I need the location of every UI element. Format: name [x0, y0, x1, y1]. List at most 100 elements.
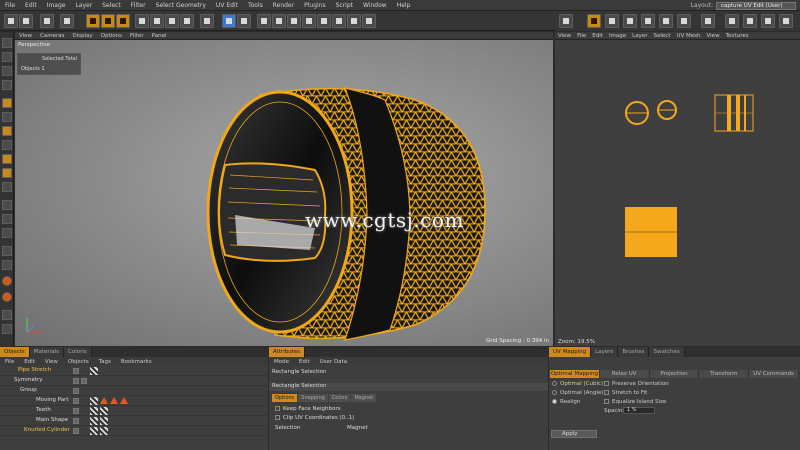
perspective-viewport[interactable]: Perspective Selected Total Objects 1 www…: [15, 40, 553, 346]
warning-tag-icon[interactable]: [110, 397, 118, 404]
object-row-moving-part[interactable]: Moving Part: [0, 396, 268, 406]
uv-menu-select[interactable]: Select: [651, 33, 674, 39]
subtab-transform[interactable]: Transform: [699, 370, 750, 378]
axis-lock-icon[interactable]: [2, 214, 12, 224]
uv-rotate-icon[interactable]: [623, 14, 637, 28]
radio-realign[interactable]: Realign: [552, 399, 580, 405]
menu-help[interactable]: Help: [392, 2, 416, 9]
visibility-toggle-icon[interactable]: [73, 368, 79, 374]
soft-selection-icon[interactable]: [2, 292, 12, 302]
checkbox-icon[interactable]: [604, 399, 609, 404]
edges-mode-icon[interactable]: [2, 112, 12, 122]
checkbox-icon[interactable]: [604, 390, 609, 395]
texture-tag-icon[interactable]: [100, 407, 108, 415]
floor-icon[interactable]: [332, 14, 346, 28]
menu-file[interactable]: File: [0, 2, 20, 9]
tab-brushes[interactable]: Brushes: [618, 347, 650, 357]
objects-menu-edit[interactable]: Edit: [19, 359, 40, 365]
deformer-icon[interactable]: [317, 14, 331, 28]
object-row-teeth[interactable]: Teeth: [0, 406, 268, 416]
visibility-toggle-icon[interactable]: [73, 408, 79, 414]
viewport-menu-display[interactable]: Display: [69, 33, 97, 39]
clip-uv-option[interactable]: Clip UV Coordinates (0..1): [275, 415, 354, 421]
visibility-toggle-icon[interactable]: [73, 398, 79, 404]
attributes-menu-edit[interactable]: Edit: [294, 359, 315, 365]
move-icon[interactable]: [86, 14, 100, 28]
model-mode-icon[interactable]: [2, 38, 12, 48]
uv-editor-canvas[interactable]: Zoom: 19.5%: [555, 40, 800, 346]
checkbox-icon[interactable]: [275, 415, 280, 420]
live-selection-icon[interactable]: [40, 14, 54, 28]
checker-mode-icon[interactable]: [2, 80, 12, 90]
redo-icon[interactable]: [19, 14, 33, 28]
uv-image-icon[interactable]: [779, 14, 793, 28]
texture-tag-icon[interactable]: [90, 367, 98, 375]
objects-menu-view[interactable]: View: [40, 359, 63, 365]
radio-icon[interactable]: [552, 390, 557, 395]
radio-icon[interactable]: [552, 399, 557, 404]
paint-icon[interactable]: [2, 168, 12, 178]
uv-menu-layer[interactable]: Layer: [629, 33, 650, 39]
menu-render[interactable]: Render: [268, 2, 299, 9]
texture-tag-icon[interactable]: [100, 427, 108, 435]
object-row-symmetry[interactable]: Symmetry: [0, 376, 268, 386]
objects-menu-bookmarks[interactable]: Bookmarks: [116, 359, 157, 365]
rotate-icon[interactable]: [116, 14, 130, 28]
menu-tools[interactable]: Tools: [243, 2, 268, 9]
magnet-icon[interactable]: [2, 260, 12, 270]
uv-scale-icon[interactable]: [605, 14, 619, 28]
lock-icon[interactable]: [2, 324, 12, 334]
texture-tag-icon[interactable]: [90, 407, 98, 415]
texture-mode-icon[interactable]: [2, 52, 12, 62]
x-axis-icon[interactable]: [135, 14, 149, 28]
tab-coloris[interactable]: Coloris: [64, 347, 92, 357]
check-preserve-orientation[interactable]: Preserve Orientation: [604, 381, 669, 387]
texture-tag-icon[interactable]: [90, 427, 98, 435]
menu-layer[interactable]: Layer: [70, 2, 97, 9]
objects-menu-file[interactable]: File: [0, 359, 19, 365]
uv-points-mode-icon[interactable]: [237, 14, 251, 28]
menu-filter[interactable]: Filter: [126, 2, 151, 9]
checkbox-icon[interactable]: [275, 406, 280, 411]
viewport-menu-cameras[interactable]: Cameras: [36, 33, 68, 39]
uv-checker-icon[interactable]: [701, 14, 715, 28]
menu-script[interactable]: Script: [331, 2, 358, 9]
texture-tag-icon[interactable]: [100, 417, 108, 425]
object-row-pipe-stretch[interactable]: Pipe Stretch: [0, 366, 268, 376]
keep-face-neighbors-option[interactable]: Keep Face Neighbors: [275, 406, 341, 412]
uv-menu-view-2[interactable]: View: [704, 33, 723, 39]
visibility-toggle-icon[interactable]: [73, 378, 79, 384]
visibility-toggle-icon[interactable]: [73, 418, 79, 424]
viewport-menu-options[interactable]: Options: [97, 33, 126, 39]
brush-icon[interactable]: [2, 182, 12, 192]
visibility-toggle-icon[interactable]: [73, 388, 79, 394]
uv-menu-image[interactable]: Image: [606, 33, 629, 39]
nurbs-icon[interactable]: [287, 14, 301, 28]
coordinate-system-icon[interactable]: [180, 14, 194, 28]
uv-menu-textures[interactable]: Textures: [723, 33, 752, 39]
viewport-menu-filter[interactable]: Filter: [126, 33, 148, 39]
subtab-projection[interactable]: Projection: [649, 370, 700, 378]
sculpt-icon[interactable]: [2, 228, 12, 238]
check-stretch-to-fit[interactable]: Stretch to Fit: [604, 390, 647, 396]
warning-tag-icon[interactable]: [100, 397, 108, 404]
uv-menu-file[interactable]: File: [574, 33, 589, 39]
attributes-menu-user-data[interactable]: User Data: [315, 359, 352, 365]
radio-optimal-cubic[interactable]: Optimal (Cubic): [552, 381, 603, 387]
check-equalize-island-size[interactable]: Equalize Island Size: [604, 399, 666, 405]
spacing-input[interactable]: 1 %: [623, 407, 655, 414]
scale-icon[interactable]: [101, 14, 115, 28]
uv-menu-edit[interactable]: Edit: [589, 33, 606, 39]
tab-materials[interactable]: Materials: [29, 347, 64, 357]
objects-menu-tags[interactable]: Tags: [94, 359, 116, 365]
tab-layers[interactable]: Layers: [591, 347, 619, 357]
uv-move-icon[interactable]: [587, 14, 601, 28]
menu-select[interactable]: Select: [97, 2, 126, 9]
tab-uv-mapping[interactable]: UV Mapping: [549, 347, 592, 357]
subtab-uv-commands[interactable]: UV Commands: [749, 370, 799, 378]
menu-select-geometry[interactable]: Select Geometry: [151, 2, 211, 9]
menu-window[interactable]: Window: [358, 2, 392, 9]
subtab-magnet[interactable]: Magnet: [351, 394, 377, 402]
knife-icon[interactable]: [2, 246, 12, 256]
visibility-toggle-icon[interactable]: [73, 428, 79, 434]
